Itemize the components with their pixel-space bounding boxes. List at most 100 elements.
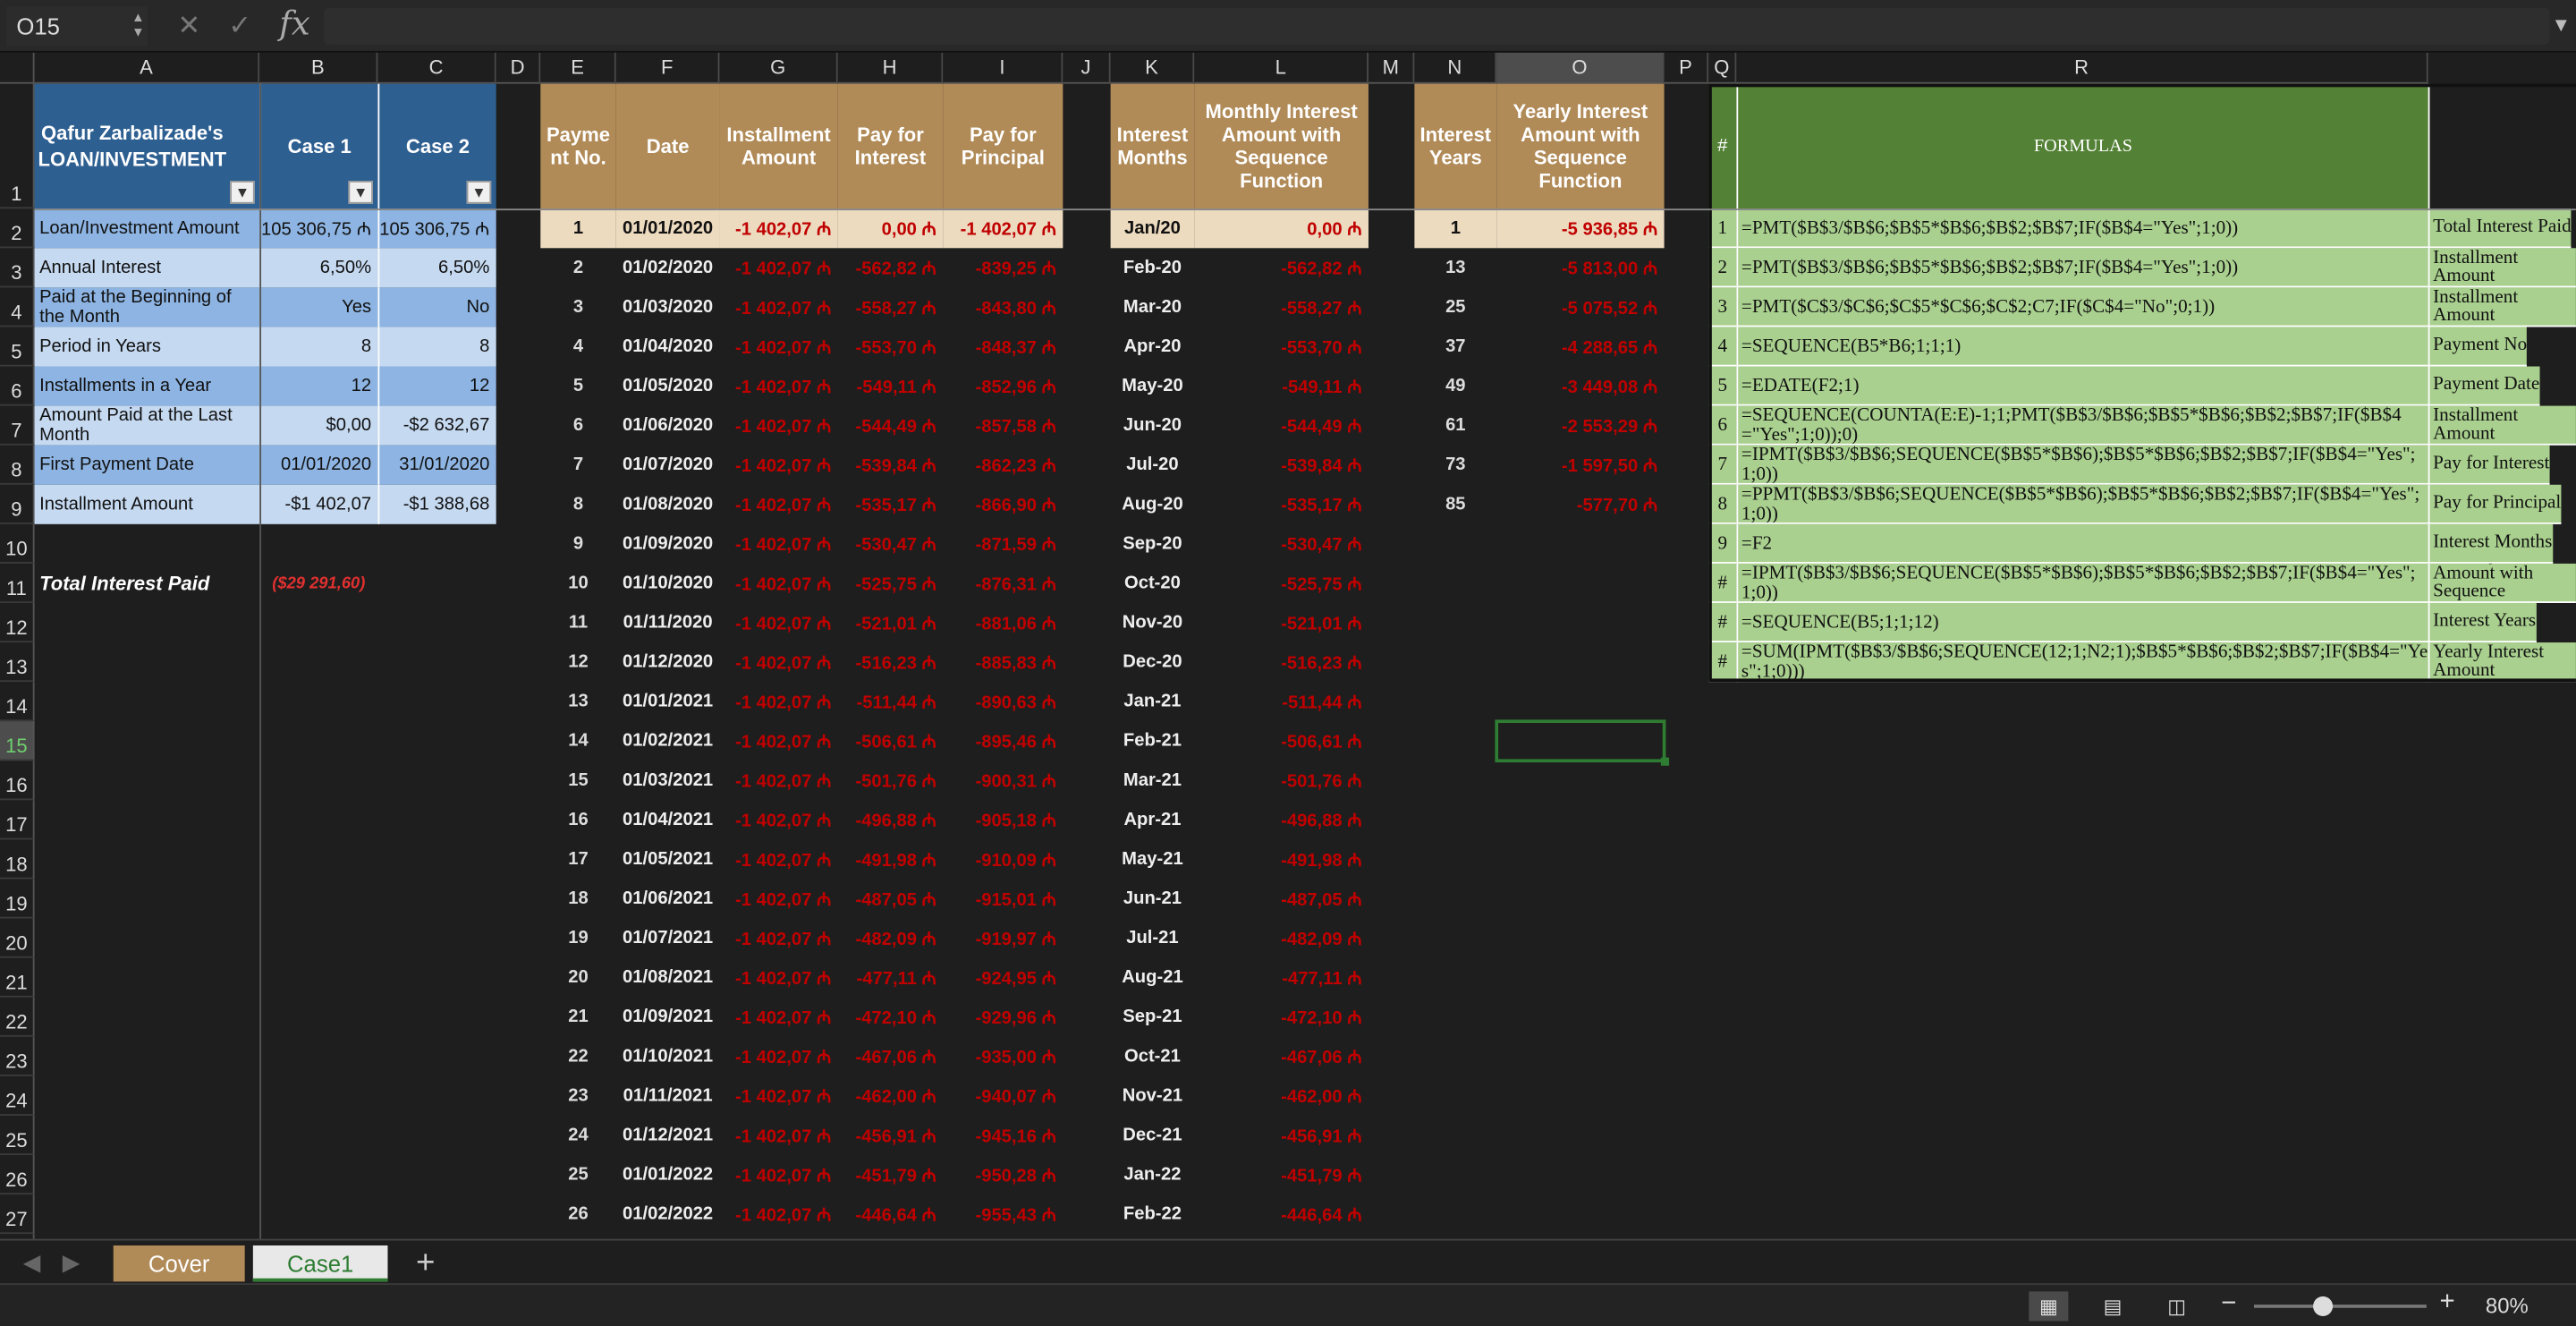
formula-description[interactable]: Monthly Interest Amount with Sequence Fu… [2428, 563, 2576, 603]
monthly-interest-amount[interactable]: 0,00 ₼ [1194, 208, 1368, 249]
payment-no[interactable]: 1 [540, 208, 616, 249]
installment-amount[interactable]: -1 402,07 ₼ [719, 287, 837, 327]
row-header-14[interactable]: 14 [0, 682, 35, 722]
pay-for-principal[interactable]: -929,96 ₼ [943, 998, 1063, 1037]
row-header-11[interactable]: 11 [0, 563, 35, 603]
pay-for-principal[interactable]: -935,00 ₼ [943, 1037, 1063, 1076]
payment-no[interactable]: 25 [540, 1155, 615, 1194]
table-a-case2-value[interactable]: 12 [377, 366, 496, 406]
select-all-corner[interactable] [0, 52, 35, 84]
row-header-18[interactable]: 18 [0, 839, 35, 880]
col-header-b[interactable]: B [259, 52, 378, 84]
formula-number[interactable]: 8 [1708, 484, 1737, 524]
add-sheet-button[interactable]: + [408, 1245, 444, 1281]
table-a-case1-value[interactable]: -$1 402,07 [259, 484, 378, 524]
interest-month[interactable]: Mar-20 [1111, 287, 1195, 327]
pay-for-principal[interactable]: -839,25 ₼ [943, 248, 1063, 287]
pay-for-principal[interactable]: -881,06 ₼ [943, 603, 1063, 642]
pay-for-principal[interactable]: -924,95 ₼ [943, 958, 1063, 998]
col-header-c[interactable]: C [377, 52, 496, 84]
installment-amount[interactable]: -1 402,07 ₼ [719, 839, 837, 879]
col-header-m[interactable]: M [1368, 52, 1415, 84]
payment-no[interactable]: 8 [540, 485, 615, 524]
interest-month[interactable]: Aug-20 [1111, 485, 1195, 524]
monthly-header[interactable]: Interest Months [1110, 83, 1195, 209]
payment-date[interactable]: 01/08/2021 [616, 958, 720, 998]
interest-year[interactable]: 37 [1414, 327, 1496, 366]
schedule-header[interactable]: Date [615, 83, 720, 209]
yearly-interest-amount[interactable]: -1 597,50 ₼ [1496, 446, 1664, 485]
monthly-interest-amount[interactable]: -467,06 ₼ [1194, 1037, 1368, 1076]
formula-number[interactable]: 1 [1708, 208, 1737, 249]
yearly-interest-amount[interactable]: -4 288,65 ₼ [1496, 327, 1664, 366]
interest-month[interactable]: Apr-20 [1111, 327, 1195, 366]
pay-for-principal[interactable]: -915,01 ₼ [943, 879, 1063, 918]
row-header-10[interactable]: 10 [0, 523, 35, 564]
row-header-5[interactable]: 5 [0, 327, 35, 367]
payment-date[interactable]: 01/04/2020 [616, 327, 720, 366]
row-header-17[interactable]: 17 [0, 800, 35, 840]
payment-date[interactable]: 01/02/2021 [616, 721, 720, 761]
table-a-label[interactable]: Amount Paid at the Last Month [34, 405, 260, 446]
formula-text[interactable]: =SEQUENCE(B5;1;1;12) [1736, 602, 2428, 643]
monthly-interest-amount[interactable]: -501,76 ₼ [1194, 761, 1368, 800]
pay-for-principal[interactable]: -843,80 ₼ [943, 287, 1063, 327]
formula-description[interactable]: Pay for Principal [2428, 484, 2562, 524]
pay-for-interest[interactable]: -558,27 ₼ [838, 287, 944, 327]
interest-month[interactable]: Jul-20 [1111, 446, 1195, 485]
interest-year[interactable]: 85 [1414, 485, 1496, 524]
yearly-interest-amount[interactable]: -3 449,08 ₼ [1496, 367, 1664, 406]
interest-month[interactable]: Oct-21 [1111, 1037, 1195, 1076]
formula-number[interactable]: 5 [1708, 366, 1737, 406]
col-header-h[interactable]: H [837, 52, 944, 84]
installment-amount[interactable]: -1 402,07 ₼ [719, 919, 837, 958]
pay-for-interest[interactable]: -562,82 ₼ [838, 248, 944, 287]
table-a-case2-value[interactable]: 31/01/2020 [377, 445, 496, 485]
row-header-2[interactable]: 2 [0, 208, 35, 249]
interest-month[interactable]: Aug-21 [1111, 958, 1195, 998]
payment-no[interactable]: 21 [540, 998, 615, 1037]
payment-no[interactable]: 5 [540, 367, 615, 406]
pay-for-principal[interactable]: -945,16 ₼ [943, 1116, 1063, 1155]
formula-description[interactable]: Installment Amount [2428, 248, 2576, 288]
table-a-label[interactable]: Installment Amount [34, 484, 260, 524]
monthly-interest-amount[interactable]: -516,23 ₼ [1194, 642, 1368, 682]
formula-description[interactable]: Payment Date [2428, 366, 2540, 406]
row-header-4[interactable]: 4 [0, 287, 35, 327]
monthly-interest-amount[interactable]: -511,44 ₼ [1194, 682, 1368, 721]
formula-description[interactable]: Yearly Interest Amount [2428, 642, 2576, 683]
col-header-i[interactable]: I [943, 52, 1063, 84]
schedule-header[interactable]: Payme nt No. [540, 83, 616, 209]
pay-for-interest[interactable]: -496,88 ₼ [838, 800, 944, 839]
pay-for-interest[interactable]: -446,64 ₼ [838, 1194, 944, 1234]
formulas-title[interactable]: FORMULAS [1736, 83, 2428, 209]
payment-no[interactable]: 24 [540, 1116, 615, 1155]
payment-no[interactable]: 10 [540, 564, 615, 603]
row-header-7[interactable]: 7 [0, 405, 35, 446]
col-header-f[interactable]: F [615, 52, 720, 84]
table-a-case1-value[interactable]: $0,00 [259, 405, 378, 446]
table-a-label[interactable]: Installments in a Year [34, 366, 260, 406]
formula-number[interactable]: 6 [1708, 405, 1737, 446]
installment-amount[interactable]: -1 402,07 ₼ [719, 603, 837, 642]
payment-date[interactable]: 01/07/2021 [616, 919, 720, 958]
pay-for-principal[interactable]: -955,43 ₼ [943, 1194, 1063, 1234]
interest-month[interactable]: Jan-21 [1111, 682, 1195, 721]
payment-no[interactable]: 6 [540, 406, 615, 446]
table-a-case2-value[interactable]: 8 [377, 327, 496, 367]
monthly-interest-amount[interactable]: -535,17 ₼ [1194, 485, 1368, 524]
pay-for-interest[interactable]: -477,11 ₼ [838, 958, 944, 998]
page-break-view-icon[interactable]: ◫ [2157, 1291, 2197, 1321]
payment-no[interactable]: 11 [540, 603, 615, 642]
row-header-22[interactable]: 22 [0, 997, 35, 1037]
interest-year[interactable]: 1 [1414, 208, 1497, 249]
row-header-15[interactable]: 15 [0, 721, 35, 761]
interest-month[interactable]: Nov-20 [1111, 603, 1195, 642]
pay-for-interest[interactable]: -451,79 ₼ [838, 1155, 944, 1194]
normal-view-icon[interactable]: ▦ [2029, 1291, 2069, 1322]
interest-month[interactable]: Dec-20 [1111, 642, 1195, 682]
interest-month[interactable]: Jun-21 [1111, 879, 1195, 918]
zoom-slider[interactable] [2253, 1305, 2427, 1308]
table-a-case2-value[interactable]: -$2 632,67 [377, 405, 496, 446]
installment-amount[interactable]: -1 402,07 ₼ [719, 879, 837, 918]
